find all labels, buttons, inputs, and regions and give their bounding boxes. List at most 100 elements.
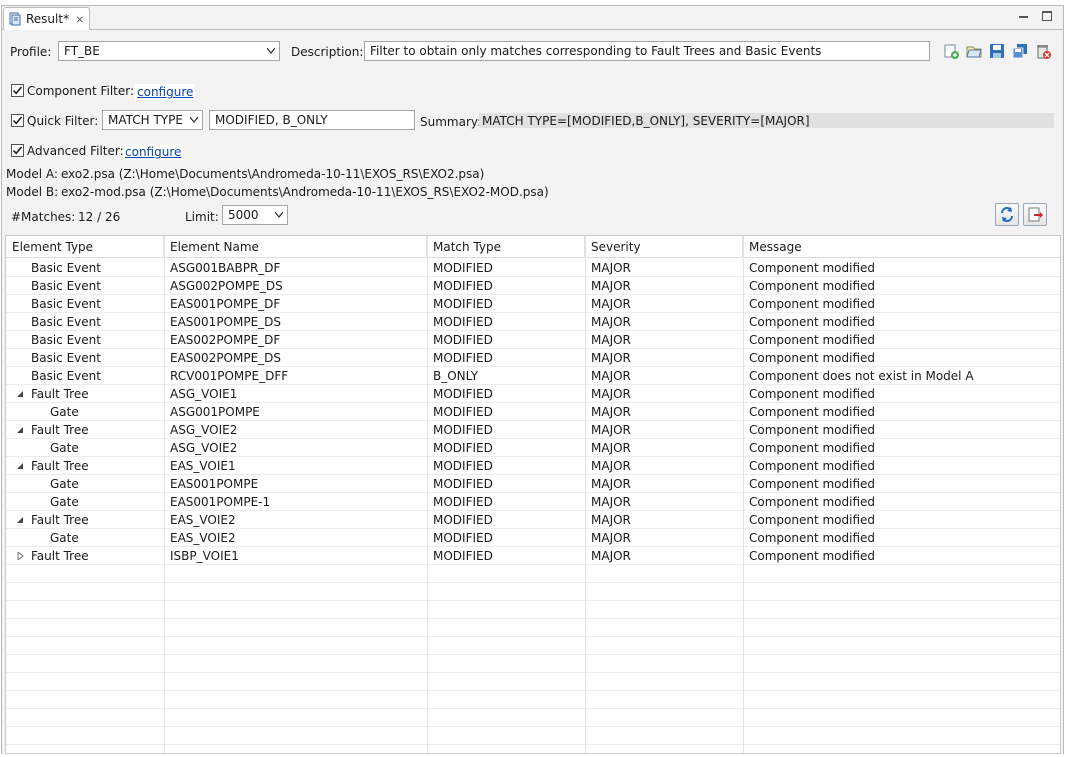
cell-element-type: Fault Tree — [31, 513, 89, 527]
export-icon — [1028, 207, 1043, 222]
cell-match-type: B_ONLY — [433, 369, 479, 383]
profile-value: FT_BE — [64, 44, 100, 58]
summary-label: Summary: — [420, 115, 482, 129]
header-match-type[interactable]: Match Type — [427, 236, 585, 258]
save-icon[interactable] — [988, 42, 1006, 60]
cell-message: Component modified — [749, 279, 876, 293]
cell-severity: MAJOR — [591, 387, 631, 401]
cell-element-type: Gate — [50, 495, 79, 509]
cell-message: Component modified — [749, 477, 876, 491]
maximize-icon[interactable] — [1042, 11, 1052, 21]
filter-panel: Profile: FT_BE Description: Filter to ob… — [2, 31, 1063, 754]
limit-select[interactable]: 5000 — [222, 205, 288, 225]
cell-element-name: EAS_VOIE1 — [170, 459, 236, 473]
cell-match-type: MODIFIED — [433, 297, 493, 311]
tab-label: Result* — [26, 12, 70, 26]
header-element-name[interactable]: Element Name — [164, 236, 427, 258]
cell-match-type: MODIFIED — [433, 549, 493, 563]
cell-match-type: MODIFIED — [433, 261, 493, 275]
cell-element-type: Fault Tree — [31, 549, 89, 563]
limit-label: Limit: — [185, 210, 219, 224]
cell-element-type: Gate — [50, 405, 79, 419]
cell-match-type: MODIFIED — [433, 531, 493, 545]
advanced-configure-link[interactable]: configure — [123, 144, 184, 160]
tree-collapsed-icon[interactable] — [16, 552, 24, 560]
cell-element-type: Fault Tree — [31, 387, 89, 401]
cell-severity: MAJOR — [591, 423, 631, 437]
tree-expanded-icon[interactable] — [16, 516, 24, 524]
cell-element-type: Basic Event — [31, 279, 101, 293]
cell-element-name: EAS001POMPE_DS — [170, 315, 282, 329]
cell-match-type: MODIFIED — [433, 387, 493, 401]
tab-result[interactable]: Result* ⨯ — [3, 7, 90, 30]
new-filter-icon[interactable] — [942, 42, 960, 60]
cell-severity: MAJOR — [591, 351, 631, 365]
chevron-down-icon — [267, 48, 275, 54]
header-severity[interactable]: Severity — [585, 236, 743, 258]
header-element-type[interactable]: Element Type — [6, 236, 164, 258]
results-table: Element Type Element Name Match Type Sev… — [5, 235, 1061, 754]
profile-select[interactable]: FT_BE — [58, 41, 280, 61]
column-divider — [743, 236, 744, 753]
export-button[interactable] — [1023, 203, 1047, 226]
matches-label: #Matches: — [11, 210, 76, 224]
tab-bar: Result* ⨯ — [2, 6, 1063, 30]
cell-message: Component modified — [749, 333, 876, 347]
advanced-filter-label: Advanced Filter: — [27, 144, 124, 158]
quick-filter-checkbox[interactable] — [11, 114, 24, 127]
cell-message: Component modified — [749, 495, 876, 509]
cell-element-name: ASG001BABPR_DF — [170, 261, 281, 275]
cell-message: Component modified — [749, 351, 876, 365]
column-divider — [427, 236, 428, 753]
cell-message: Component modified — [749, 549, 876, 563]
save-as-icon[interactable] — [1011, 42, 1029, 60]
component-filter-label: Component Filter: — [27, 84, 135, 98]
tree-expanded-icon[interactable] — [16, 390, 24, 398]
cell-severity: MAJOR — [591, 549, 631, 563]
quick-filter-input[interactable]: MODIFIED, B_ONLY — [209, 110, 415, 130]
refresh-button[interactable] — [995, 203, 1019, 226]
cell-element-name: ISBP_VOIE1 — [170, 549, 239, 563]
cell-severity: MAJOR — [591, 279, 631, 293]
open-filter-icon[interactable] — [965, 42, 983, 60]
component-configure-link[interactable]: configure — [135, 84, 196, 100]
description-label: Description: — [291, 45, 364, 59]
cell-severity: MAJOR — [591, 261, 631, 275]
cell-message: Component modified — [749, 531, 876, 545]
cell-element-type: Basic Event — [31, 333, 101, 347]
cell-element-type: Basic Event — [31, 315, 101, 329]
quick-filter-type-select[interactable]: MATCH TYPE — [102, 110, 203, 130]
close-icon[interactable]: ⨯ — [75, 13, 84, 26]
cell-match-type: MODIFIED — [433, 441, 493, 455]
cell-match-type: MODIFIED — [433, 513, 493, 527]
advanced-filter-checkbox[interactable] — [11, 144, 24, 157]
cell-element-type: Basic Event — [31, 369, 101, 383]
cell-element-type: Basic Event — [31, 351, 101, 365]
cell-match-type: MODIFIED — [433, 279, 493, 293]
cell-element-name: EAS002POMPE_DS — [170, 351, 282, 365]
chevron-down-icon — [190, 117, 198, 123]
column-divider — [585, 236, 586, 753]
delete-filter-icon[interactable] — [1034, 42, 1052, 60]
checkmark-icon — [12, 86, 23, 95]
cell-element-name: EAS001POMPE_DF — [170, 297, 281, 311]
minimize-icon[interactable] — [1019, 12, 1028, 18]
cell-match-type: MODIFIED — [433, 405, 493, 419]
cell-element-name: EAS_VOIE2 — [170, 531, 236, 545]
result-view: Result* ⨯ Profile: FT_BE Description: Fi… — [1, 5, 1064, 754]
checkmark-icon — [12, 146, 23, 155]
description-input[interactable]: Filter to obtain only matches correspond… — [364, 41, 930, 61]
cell-element-type: Gate — [50, 441, 79, 455]
cell-severity: MAJOR — [591, 315, 631, 329]
tree-expanded-icon[interactable] — [16, 426, 24, 434]
tree-expanded-icon[interactable] — [16, 462, 24, 470]
cell-element-name: ASG_VOIE2 — [170, 423, 238, 437]
cell-element-type: Gate — [50, 477, 79, 491]
header-message[interactable]: Message — [743, 236, 1060, 258]
checkmark-icon — [12, 116, 23, 125]
cell-match-type: MODIFIED — [433, 351, 493, 365]
cell-element-name: EAS001POMPE-1 — [170, 495, 271, 509]
cell-match-type: MODIFIED — [433, 333, 493, 347]
component-filter-checkbox[interactable] — [11, 84, 24, 97]
summary-value: MATCH TYPE=[MODIFIED,B_ONLY], SEVERITY=[… — [479, 113, 1054, 128]
